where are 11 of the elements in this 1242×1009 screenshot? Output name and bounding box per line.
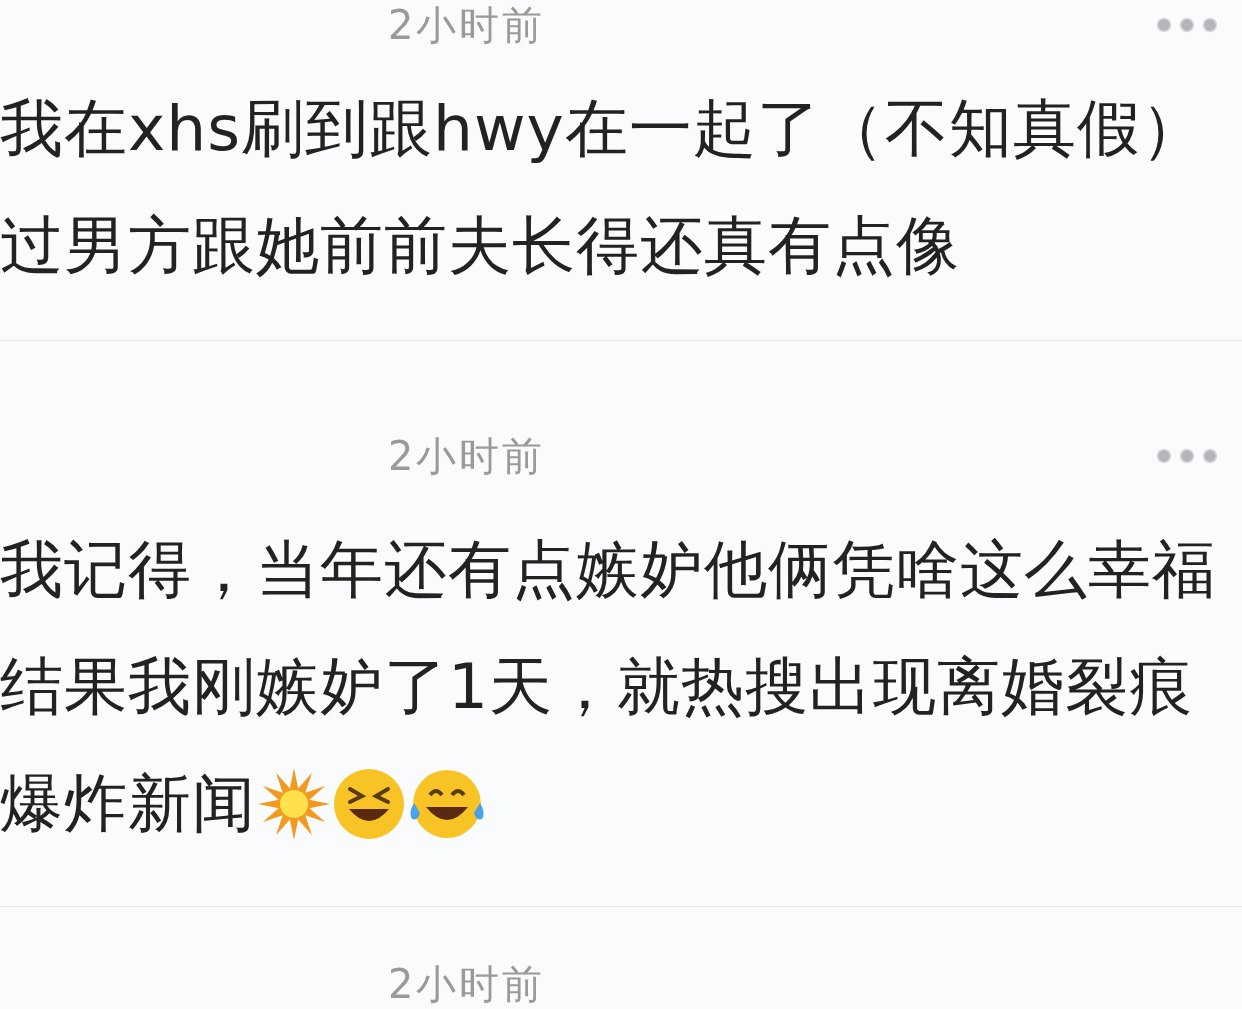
comment-time: 2小时前 <box>388 964 546 1004</box>
comment-text: 我记得，当年还有点嫉妒他俩凭啥这么幸福 <box>0 534 1216 605</box>
more-icon[interactable] <box>1156 448 1218 464</box>
comment-text: 我在xhs刷到跟hwy在一起了（不知真假） <box>0 93 1205 164</box>
more-icon[interactable] <box>1156 17 1218 33</box>
comment-time: 2小时前 <box>388 436 546 476</box>
laughing-emoji-icon <box>332 766 406 841</box>
comment-text: 爆炸新闻 <box>0 768 256 839</box>
comment-text: 过男方跟她前前夫长得还真有点像 <box>0 210 960 281</box>
comment-time: 2小时前 <box>388 5 546 45</box>
comment-text: 结果我刚嫉妒了1天，就热搜出现离婚裂痕 <box>0 651 1194 722</box>
